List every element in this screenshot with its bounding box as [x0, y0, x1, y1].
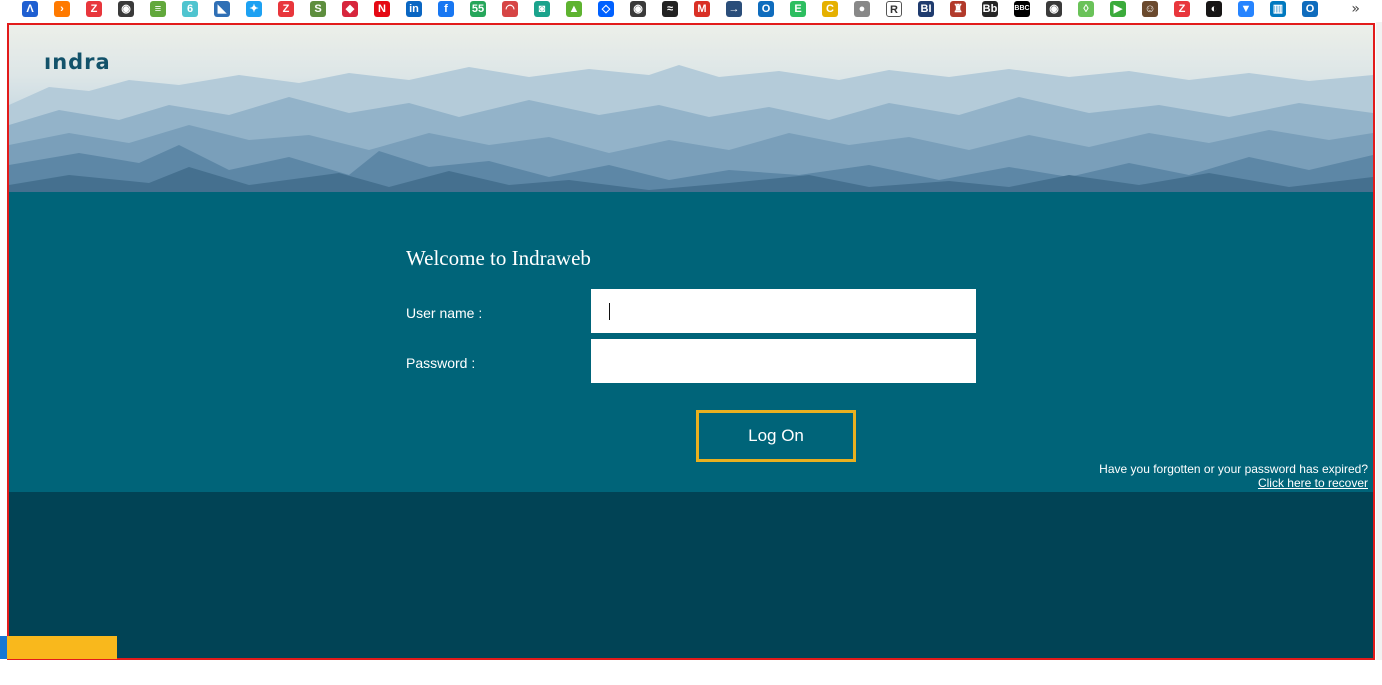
- netflix-icon[interactable]: N: [374, 1, 390, 17]
- dropbox-icon[interactable]: ◇: [598, 1, 614, 17]
- forgot-password-text: Have you forgotten or your password has …: [1099, 462, 1368, 476]
- zoho-icon-3[interactable]: Z: [1174, 1, 1190, 17]
- blackboard-icon[interactable]: Bb: [982, 1, 998, 17]
- outlook-icon[interactable]: O: [758, 1, 774, 17]
- bookmarks-overflow-button[interactable]: »: [1351, 1, 1360, 17]
- highlighted-page-frame: ındra Welcome to Indraweb User name : Pa…: [7, 23, 1375, 660]
- mountain-illustration: [9, 65, 1373, 192]
- bi-logo-icon[interactable]: BI: [918, 1, 934, 17]
- apple-icon[interactable]: ●: [854, 1, 870, 17]
- evernote-icon[interactable]: E: [790, 1, 806, 17]
- taskbar-highlight: [7, 636, 117, 659]
- globe-icon-3[interactable]: ◉: [1046, 1, 1062, 17]
- window-edge: [1376, 22, 1382, 660]
- github-icon[interactable]: ◐: [1206, 1, 1222, 17]
- mountain-banner: ındra: [9, 25, 1373, 192]
- globe-icon-2[interactable]: ◉: [630, 1, 646, 17]
- road-icon[interactable]: ≈: [662, 1, 678, 17]
- globe-icon[interactable]: ◉: [118, 1, 134, 17]
- twitter-icon[interactable]: ✦: [246, 1, 262, 17]
- password-label: Password :: [406, 355, 476, 371]
- footer-area: [9, 492, 1373, 658]
- bot-icon[interactable]: ◙: [534, 1, 550, 17]
- triangle-icon[interactable]: ▲: [566, 1, 582, 17]
- shark-icon[interactable]: ◣: [214, 1, 230, 17]
- r-logo-icon[interactable]: R: [886, 1, 902, 17]
- shopify-icon[interactable]: S: [310, 1, 326, 17]
- bookmarks-bar: » Λ › Z ◉ ≡ 6 ◣ ✦ Z S ◆ Nin f 55 ◠ ◙ ▲ ◇ ◉ ≈ M → O E C ● R BI ♜ Bb BBC…: [0, 0, 1382, 22]
- bitbucket-icon[interactable]: ▼: [1238, 1, 1254, 17]
- site-badge-icon[interactable]: ≡: [150, 1, 166, 17]
- avatar-icon[interactable]: ☺: [1142, 1, 1158, 17]
- atlassian-icon[interactable]: Λ: [22, 1, 38, 17]
- indra-logo: ındra: [44, 50, 111, 74]
- c-logo-icon[interactable]: C: [822, 1, 838, 17]
- gmail-icon[interactable]: M: [694, 1, 710, 17]
- shield-crest-icon[interactable]: ♜: [950, 1, 966, 17]
- password-input[interactable]: [591, 339, 976, 383]
- outlook-icon-2[interactable]: O: [1302, 1, 1318, 17]
- chevron-app-icon[interactable]: ›: [54, 1, 70, 17]
- swirl-icon[interactable]: 6: [182, 1, 198, 17]
- username-input[interactable]: [591, 289, 976, 333]
- gauge-icon[interactable]: ◠: [502, 1, 518, 17]
- taskbar-start-edge: [0, 636, 7, 659]
- log-on-button[interactable]: Log On: [696, 410, 856, 462]
- diamond-icon[interactable]: ◆: [342, 1, 358, 17]
- green-diamond-icon[interactable]: ◊: [1078, 1, 1094, 17]
- zoho-icon[interactable]: Z: [86, 1, 102, 17]
- text-caret: [609, 303, 610, 320]
- green-badge-icon[interactable]: 55: [470, 1, 486, 17]
- play-icon[interactable]: ▶: [1110, 1, 1126, 17]
- bbc-icon[interactable]: BBC: [1014, 1, 1030, 17]
- trello-icon[interactable]: ▥: [1270, 1, 1286, 17]
- recover-password-link[interactable]: Click here to recover: [1258, 476, 1368, 490]
- taskbar: [0, 660, 1382, 685]
- facebook-icon[interactable]: f: [438, 1, 454, 17]
- welcome-heading: Welcome to Indraweb: [406, 246, 591, 270]
- zoho-icon-2[interactable]: Z: [278, 1, 294, 17]
- username-label: User name :: [406, 305, 483, 321]
- login-panel: Welcome to Indraweb User name : Password…: [9, 192, 1373, 492]
- linkedin-icon[interactable]: in: [406, 1, 422, 17]
- arrow-circle-icon[interactable]: →: [726, 1, 742, 17]
